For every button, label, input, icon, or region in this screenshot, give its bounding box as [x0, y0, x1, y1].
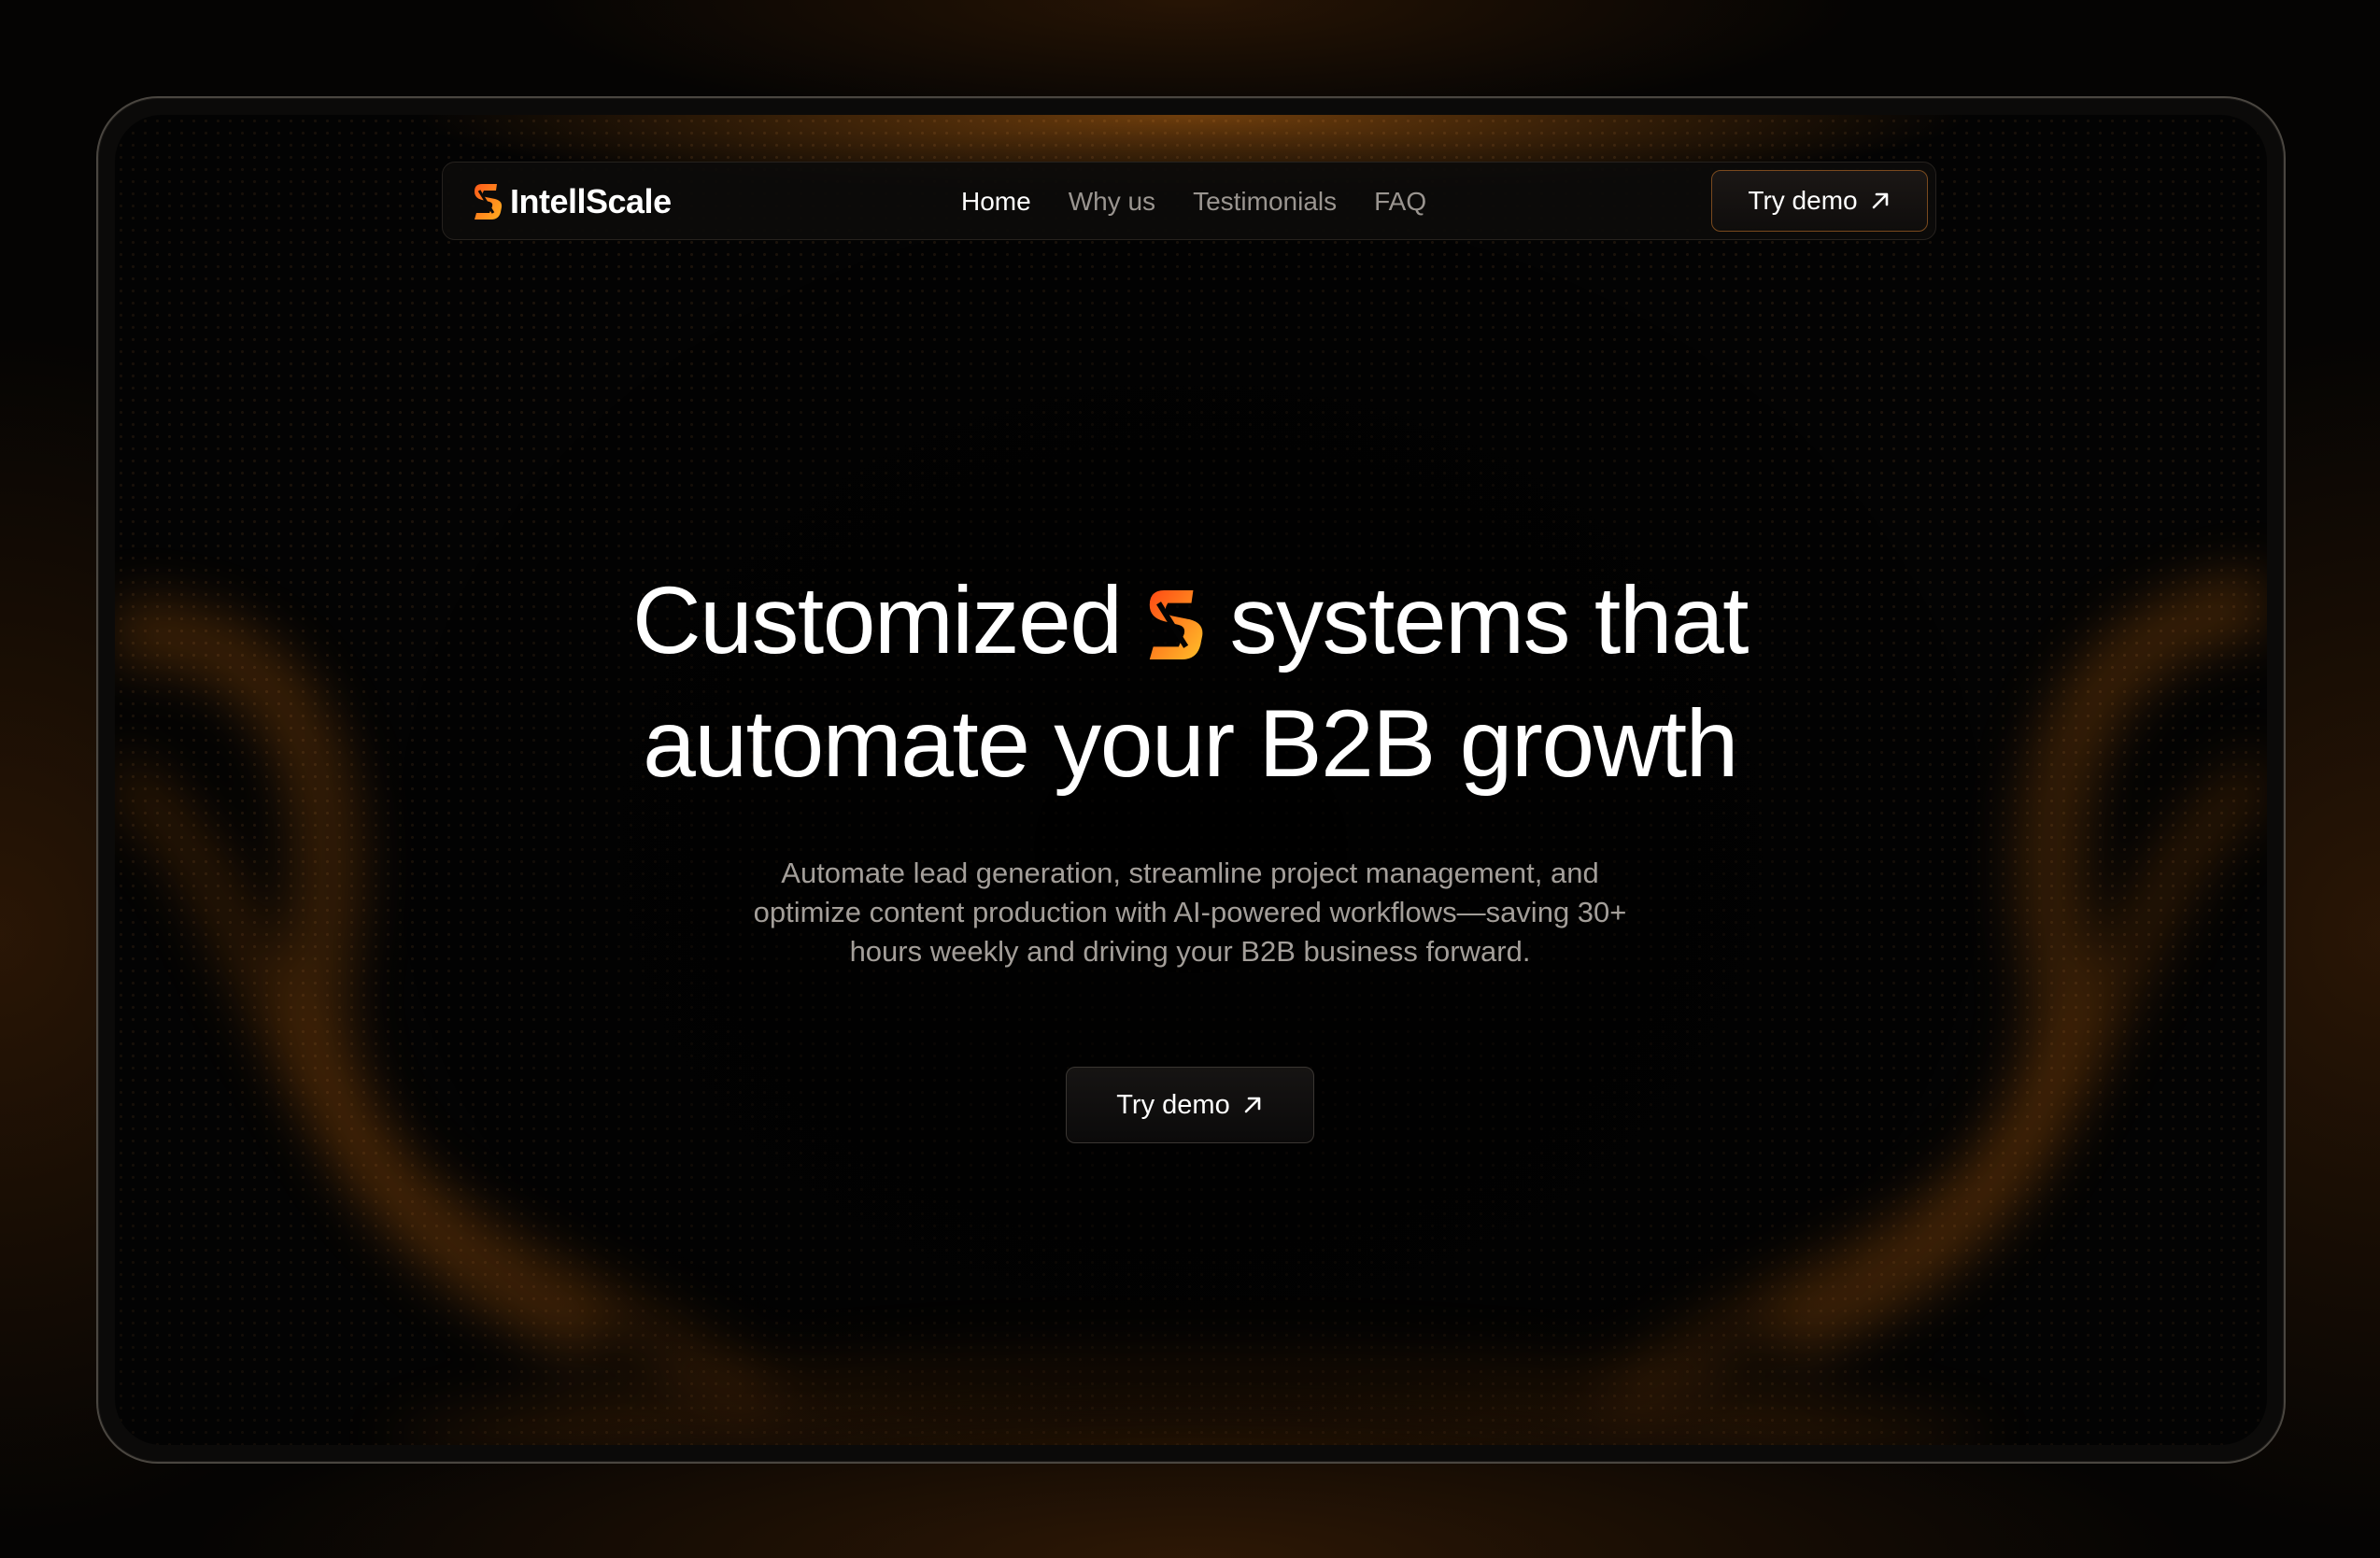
- brand-logo-icon: [475, 184, 503, 220]
- hero-logo-icon: [1149, 590, 1202, 659]
- nav-try-demo-label: Try demo: [1748, 186, 1858, 215]
- hero-title: Customized systems that automate your B2…: [0, 559, 2380, 805]
- arrow-up-right-icon: [1244, 1097, 1261, 1113]
- nav-item-testimonials[interactable]: Testimonials: [1193, 187, 1337, 217]
- nav-item-faq[interactable]: FAQ: [1374, 187, 1426, 217]
- hero-title-part-2: systems that: [1229, 567, 1750, 673]
- hero-title-line-1: Customized systems that: [0, 559, 2380, 682]
- arrow-up-right-icon: [1872, 192, 1888, 209]
- hero-try-demo-button[interactable]: Try demo: [1066, 1067, 1314, 1143]
- page-background: IntellScale Home Why us Testimonials FAQ…: [0, 0, 2380, 1558]
- brand-name: IntellScale: [510, 182, 672, 220]
- hero-subtitle: Automate lead generation, streamline pro…: [753, 857, 1627, 968]
- nav-item-home[interactable]: Home: [961, 187, 1031, 217]
- nav-try-demo-button[interactable]: Try demo: [1711, 170, 1928, 232]
- brand[interactable]: IntellScale: [471, 181, 672, 222]
- nav-links: Home Why us Testimonials FAQ: [961, 183, 1464, 220]
- hero-title-line-2: automate your B2B growth: [643, 690, 1738, 797]
- nav-item-why-us[interactable]: Why us: [1069, 187, 1155, 217]
- hero-try-demo-label: Try demo: [1116, 1089, 1230, 1120]
- hero-title-part-1: Customized: [631, 567, 1123, 673]
- top-navbar: IntellScale Home Why us Testimonials FAQ…: [442, 162, 1936, 240]
